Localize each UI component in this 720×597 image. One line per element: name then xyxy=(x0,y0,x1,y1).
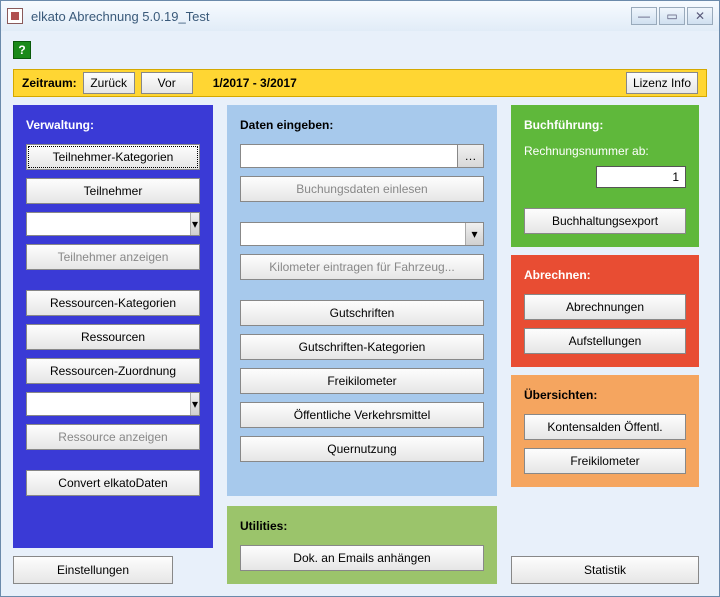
verwaltung-title: Verwaltung: xyxy=(26,118,200,132)
gutschriften-kategorien-button[interactable]: Gutschriften-Kategorien xyxy=(240,334,484,360)
teilnehmer-anzeigen-button[interactable]: Teilnehmer anzeigen xyxy=(26,244,200,270)
abrechnungen-button[interactable]: Abrechnungen xyxy=(524,294,686,320)
panel-verwaltung: Verwaltung: Teilnehmer-Kategorien Teilne… xyxy=(13,105,213,548)
left-column: Verwaltung: Teilnehmer-Kategorien Teilne… xyxy=(13,105,213,584)
teilnehmer-kategorien-button[interactable]: Teilnehmer-Kategorien xyxy=(26,144,200,170)
freikilometer-overview-button[interactable]: Freikilometer xyxy=(524,448,686,474)
buchungsdaten-einlesen-button[interactable]: Buchungsdaten einlesen xyxy=(240,176,484,202)
titlebar: elkato Abrechnung 5.0.19_Test — ▭ ✕ xyxy=(1,1,719,31)
utilities-title: Utilities: xyxy=(240,519,484,533)
teilnehmer-combo[interactable]: ▾ xyxy=(26,212,200,236)
app-icon xyxy=(7,8,23,24)
oeffentliche-verkehrsmittel-button[interactable]: Öffentliche Verkehrsmittel xyxy=(240,402,484,428)
ressourcen-button[interactable]: Ressourcen xyxy=(26,324,200,350)
time-bar: Zeitraum: Zurück Vor 1/2017 - 3/2017 Liz… xyxy=(13,69,707,97)
window-title: elkato Abrechnung 5.0.19_Test xyxy=(31,9,631,24)
ressourcen-kategorien-button[interactable]: Ressourcen-Kategorien xyxy=(26,290,200,316)
rechnungsnummer-input[interactable] xyxy=(596,166,686,188)
fahrzeug-combo[interactable]: ▾ xyxy=(240,222,484,246)
statistik-button[interactable]: Statistik xyxy=(511,556,699,584)
chevron-down-icon[interactable]: ▾ xyxy=(465,223,483,245)
rechnungsnummer-label: Rechnungsnummer ab: xyxy=(524,144,686,158)
dok-emails-button[interactable]: Dok. an Emails anhängen xyxy=(240,545,484,571)
zeitraum-range: 1/2017 - 3/2017 xyxy=(213,76,297,90)
client-area: ? Zeitraum: Zurück Vor 1/2017 - 3/2017 L… xyxy=(1,31,719,596)
buchfuehrung-title: Buchführung: xyxy=(524,118,686,132)
einstellungen-button[interactable]: Einstellungen xyxy=(13,556,173,584)
help-icon[interactable]: ? xyxy=(13,41,31,59)
back-button[interactable]: Zurück xyxy=(83,72,135,94)
panel-utilities: Utilities: Dok. an Emails anhängen xyxy=(227,506,497,584)
buchungsdaten-input[interactable] xyxy=(240,144,458,168)
panel-uebersichten: Übersichten: Kontensalden Öffentl. Freik… xyxy=(511,375,699,487)
panel-abrechnen: Abrechnen: Abrechnungen Aufstellungen xyxy=(511,255,699,367)
chevron-down-icon[interactable]: ▾ xyxy=(190,213,199,235)
daten-title: Daten eingeben: xyxy=(240,118,484,132)
fahrzeug-combo-input[interactable] xyxy=(241,223,465,245)
gutschriften-button[interactable]: Gutschriften xyxy=(240,300,484,326)
browse-button[interactable]: … xyxy=(458,144,484,168)
licence-button[interactable]: Lizenz Info xyxy=(626,72,698,94)
maximize-button[interactable]: ▭ xyxy=(659,7,685,25)
ressource-combo[interactable]: ▾ xyxy=(26,392,200,416)
minimize-button[interactable]: — xyxy=(631,7,657,25)
middle-column: Daten eingeben: … Buchungsdaten einlesen… xyxy=(227,105,497,584)
forward-button[interactable]: Vor xyxy=(141,72,193,94)
aufstellungen-button[interactable]: Aufstellungen xyxy=(524,328,686,354)
kilometer-eintragen-button[interactable]: Kilometer eintragen für Fahrzeug... xyxy=(240,254,484,280)
freikilometer-button[interactable]: Freikilometer xyxy=(240,368,484,394)
close-button[interactable]: ✕ xyxy=(687,7,713,25)
ressourcen-zuordnung-button[interactable]: Ressourcen-Zuordnung xyxy=(26,358,200,384)
right-column: Buchführung: Rechnungsnummer ab: Buchhal… xyxy=(511,105,699,584)
app-window: elkato Abrechnung 5.0.19_Test — ▭ ✕ ? Ze… xyxy=(0,0,720,597)
ressource-anzeigen-button[interactable]: Ressource anzeigen xyxy=(26,424,200,450)
quernutzung-button[interactable]: Quernutzung xyxy=(240,436,484,462)
buchungsdaten-filerow: … xyxy=(240,144,484,168)
panel-buchfuehrung: Buchführung: Rechnungsnummer ab: Buchhal… xyxy=(511,105,699,247)
abrechnen-title: Abrechnen: xyxy=(524,268,686,282)
uebersichten-title: Übersichten: xyxy=(524,388,686,402)
main-area: Verwaltung: Teilnehmer-Kategorien Teilne… xyxy=(13,105,707,584)
teilnehmer-button[interactable]: Teilnehmer xyxy=(26,178,200,204)
teilnehmer-combo-input[interactable] xyxy=(27,213,190,235)
ressource-combo-input[interactable] xyxy=(27,393,190,415)
kontensalden-button[interactable]: Kontensalden Öffentl. xyxy=(524,414,686,440)
chevron-down-icon[interactable]: ▾ xyxy=(190,393,199,415)
convert-button[interactable]: Convert elkatoDaten xyxy=(26,470,200,496)
buchhaltungsexport-button[interactable]: Buchhaltungsexport xyxy=(524,208,686,234)
window-controls: — ▭ ✕ xyxy=(631,7,713,25)
zeitraum-label: Zeitraum: xyxy=(22,76,77,90)
panel-daten: Daten eingeben: … Buchungsdaten einlesen… xyxy=(227,105,497,496)
